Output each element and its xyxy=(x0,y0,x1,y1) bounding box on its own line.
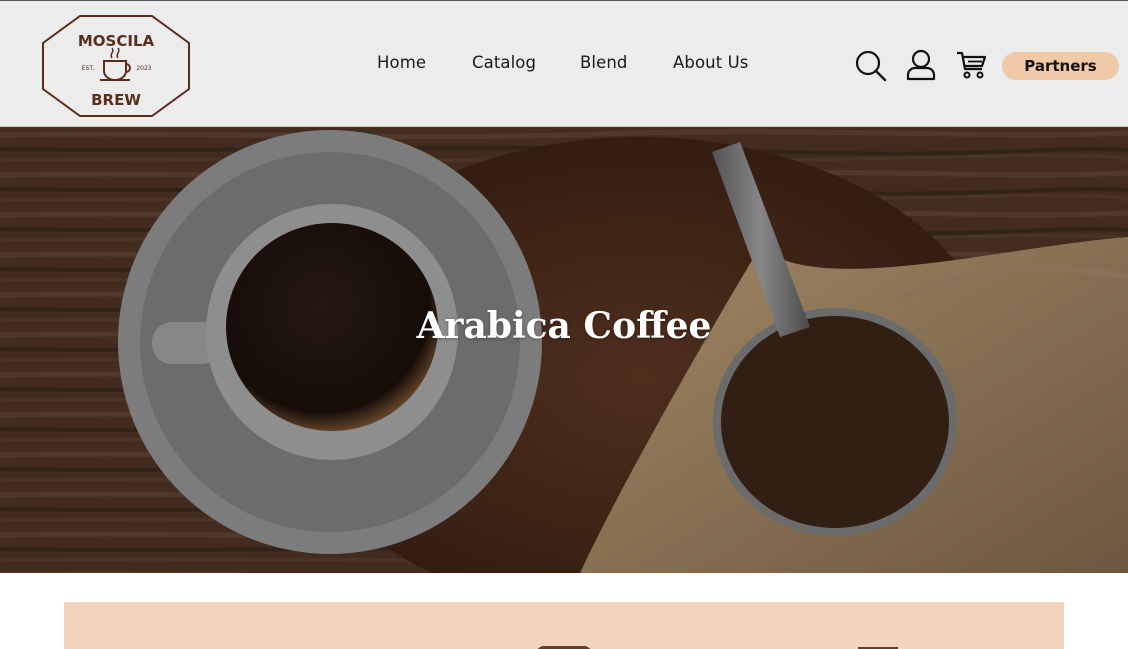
brand-logo[interactable]: MOSCILA EST. 2023 BREW xyxy=(40,13,192,119)
coffee-cup-icon xyxy=(100,47,131,81)
cart-icon[interactable] xyxy=(955,49,987,81)
logo-name-top: MOSCILA xyxy=(78,32,155,50)
logo-year: 2023 xyxy=(136,65,151,72)
nav-home[interactable]: Home xyxy=(377,53,426,72)
partners-button[interactable]: Partners xyxy=(1002,52,1119,80)
logo-est: EST. xyxy=(82,65,95,72)
site-header: MOSCILA EST. 2023 BREW Home Catalog Blen… xyxy=(0,0,1128,127)
logo-badge: MOSCILA EST. 2023 BREW xyxy=(42,15,190,117)
user-icon[interactable] xyxy=(905,49,937,81)
nav-blend[interactable]: Blend xyxy=(580,53,628,72)
nav-catalog[interactable]: Catalog xyxy=(472,53,536,72)
hero-banner: Arabica Coffee xyxy=(0,127,1128,573)
logo-name-bottom: BREW xyxy=(91,91,141,109)
hero-title: Arabica Coffee xyxy=(416,305,712,347)
content-panel xyxy=(64,602,1064,649)
nav-about-us[interactable]: About Us xyxy=(673,53,749,72)
search-icon[interactable] xyxy=(855,50,887,82)
hero-overlay xyxy=(0,127,1128,573)
